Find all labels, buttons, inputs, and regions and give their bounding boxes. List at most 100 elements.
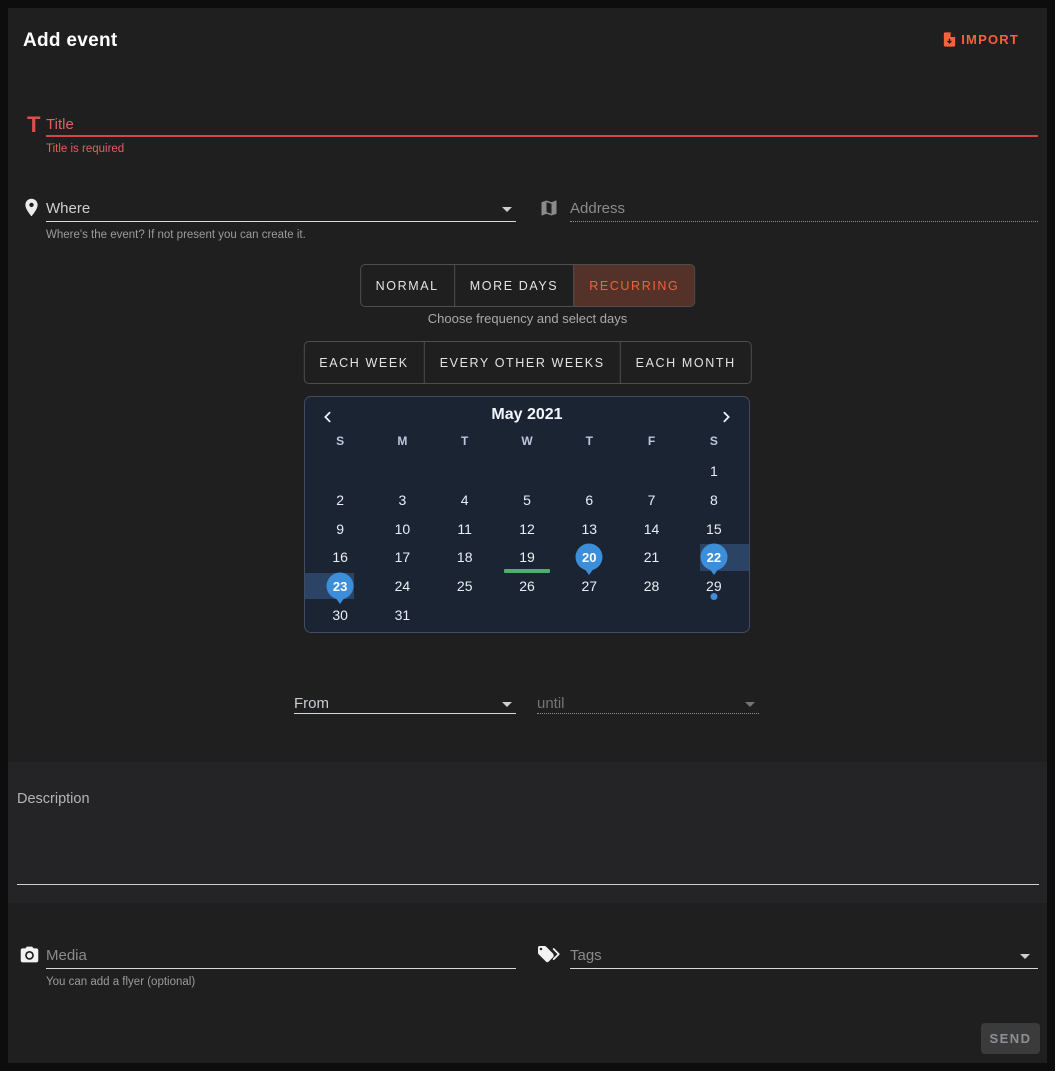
calendar-weekday-header: SMTWTFS bbox=[309, 434, 745, 448]
where-dropdown-arrow-icon[interactable] bbox=[502, 207, 512, 212]
camera-icon bbox=[19, 944, 40, 965]
calendar-day-17[interactable]: 17 bbox=[371, 543, 433, 572]
calendar-day-16[interactable]: 16 bbox=[309, 543, 371, 572]
calendar-day-28[interactable]: 28 bbox=[620, 572, 682, 601]
mode-tab-recurring[interactable]: RECURRING bbox=[573, 265, 694, 306]
until-dropdown-arrow-icon bbox=[745, 702, 755, 707]
media-helper: You can add a flyer (optional) bbox=[46, 976, 195, 988]
selected-day-marker-tail bbox=[584, 568, 594, 575]
event-dot-indicator bbox=[710, 593, 717, 600]
calendar-day-22[interactable]: 22 bbox=[683, 543, 745, 572]
address-input: Address bbox=[570, 200, 625, 217]
calendar-day-number: 4 bbox=[461, 492, 469, 508]
calendar-day-13[interactable]: 13 bbox=[558, 514, 620, 543]
calendar-day-24[interactable]: 24 bbox=[371, 572, 433, 601]
calendar-day-number: 21 bbox=[644, 549, 660, 565]
calendar-day-25[interactable]: 25 bbox=[434, 572, 496, 601]
calendar-day-30[interactable]: 30 bbox=[309, 600, 371, 629]
calendar-next-button[interactable] bbox=[713, 405, 739, 429]
calendar-day-14[interactable]: 14 bbox=[620, 514, 682, 543]
map-icon bbox=[539, 198, 559, 218]
calendar-day-empty bbox=[309, 457, 371, 486]
frequency-tab-each-week[interactable]: EACH WEEK bbox=[304, 342, 423, 383]
file-import-icon bbox=[941, 31, 958, 48]
where-select[interactable]: Where bbox=[46, 200, 90, 217]
calendar-day-number: 26 bbox=[519, 578, 535, 594]
calendar-day-3[interactable]: 3 bbox=[371, 486, 433, 515]
calendar-day-12[interactable]: 12 bbox=[496, 514, 558, 543]
date-picker-calendar: May 2021 SMTWTFS 12345678910111213141516… bbox=[304, 396, 750, 633]
selected-day-marker-tail bbox=[709, 568, 719, 575]
where-underline bbox=[46, 221, 516, 222]
until-underline bbox=[537, 713, 759, 714]
calendar-day-grid: 1234567891011121314151617181920212223242… bbox=[309, 457, 745, 629]
tags-dropdown-arrow-icon[interactable] bbox=[1020, 954, 1030, 959]
calendar-weekday: T bbox=[434, 434, 496, 448]
frequency-tabs: EACH WEEKEVERY OTHER WEEKSEACH MONTH bbox=[303, 341, 751, 384]
calendar-day-19[interactable]: 19 bbox=[496, 543, 558, 572]
tags-select[interactable]: Tags bbox=[570, 947, 602, 964]
calendar-day-number: 29 bbox=[706, 578, 722, 594]
calendar-day-4[interactable]: 4 bbox=[434, 486, 496, 515]
selected-day-marker-tail bbox=[335, 597, 345, 604]
calendar-day-6[interactable]: 6 bbox=[558, 486, 620, 515]
send-button[interactable]: SEND bbox=[981, 1023, 1040, 1054]
calendar-day-empty bbox=[434, 457, 496, 486]
description-input[interactable]: Description bbox=[17, 791, 90, 807]
media-input[interactable]: Media bbox=[46, 947, 87, 964]
frequency-tab-every-other-weeks[interactable]: EVERY OTHER WEEKS bbox=[424, 342, 620, 383]
calendar-weekday: T bbox=[558, 434, 620, 448]
calendar-day-2[interactable]: 2 bbox=[309, 486, 371, 515]
add-event-card: Add event IMPORT T Title Title is requir… bbox=[8, 8, 1047, 1063]
calendar-day-15[interactable]: 15 bbox=[683, 514, 745, 543]
calendar-day-5[interactable]: 5 bbox=[496, 486, 558, 515]
calendar-day-number: 23 bbox=[333, 579, 347, 594]
calendar-weekday: F bbox=[620, 434, 682, 448]
main-form-panel: Add event IMPORT T Title Title is requir… bbox=[8, 8, 1047, 762]
title-input[interactable]: Title bbox=[46, 116, 74, 133]
title-error-message: Title is required bbox=[46, 143, 124, 155]
calendar-day-11[interactable]: 11 bbox=[434, 514, 496, 543]
calendar-day-8[interactable]: 8 bbox=[683, 486, 745, 515]
mode-tab-more-days[interactable]: MORE DAYS bbox=[454, 265, 574, 306]
media-underline bbox=[46, 968, 516, 969]
calendar-day-number: 13 bbox=[581, 521, 597, 537]
chevron-right-icon bbox=[718, 408, 734, 426]
calendar-day-31[interactable]: 31 bbox=[371, 600, 433, 629]
from-dropdown-arrow-icon[interactable] bbox=[502, 702, 512, 707]
import-button[interactable]: IMPORT bbox=[941, 31, 1019, 48]
tags-icon bbox=[538, 944, 560, 965]
calendar-day-18[interactable]: 18 bbox=[434, 543, 496, 572]
location-pin-icon bbox=[21, 197, 42, 218]
import-label: IMPORT bbox=[961, 32, 1019, 47]
calendar-day-empty bbox=[558, 457, 620, 486]
calendar-day-number: 31 bbox=[395, 607, 411, 623]
calendar-day-29[interactable]: 29 bbox=[683, 572, 745, 601]
calendar-day-number: 22 bbox=[707, 550, 721, 565]
until-time-select: until bbox=[537, 695, 565, 712]
title-underline bbox=[46, 135, 1038, 137]
calendar-day-9[interactable]: 9 bbox=[309, 514, 371, 543]
calendar-day-number: 5 bbox=[523, 492, 531, 508]
calendar-day-26[interactable]: 26 bbox=[496, 572, 558, 601]
calendar-day-21[interactable]: 21 bbox=[620, 543, 682, 572]
calendar-day-empty bbox=[620, 600, 682, 629]
calendar-weekday: M bbox=[371, 434, 433, 448]
calendar-day-number: 2 bbox=[336, 492, 344, 508]
calendar-day-number: 20 bbox=[582, 550, 596, 565]
mode-tab-normal[interactable]: NORMAL bbox=[361, 265, 454, 306]
calendar-day-20[interactable]: 20 bbox=[558, 543, 620, 572]
calendar-day-number: 8 bbox=[710, 492, 718, 508]
frequency-tab-each-month[interactable]: EACH MONTH bbox=[620, 342, 751, 383]
media-tags-section: Media You can add a flyer (optional) Tag… bbox=[8, 903, 1047, 1063]
calendar-day-number: 6 bbox=[585, 492, 593, 508]
calendar-day-7[interactable]: 7 bbox=[620, 486, 682, 515]
calendar-day-27[interactable]: 27 bbox=[558, 572, 620, 601]
calendar-day-10[interactable]: 10 bbox=[371, 514, 433, 543]
calendar-day-1[interactable]: 1 bbox=[683, 457, 745, 486]
calendar-day-23[interactable]: 23 bbox=[309, 572, 371, 601]
calendar-day-empty bbox=[558, 600, 620, 629]
calendar-day-number: 30 bbox=[332, 607, 348, 623]
from-underline bbox=[294, 713, 516, 714]
from-time-select[interactable]: From bbox=[294, 695, 329, 712]
